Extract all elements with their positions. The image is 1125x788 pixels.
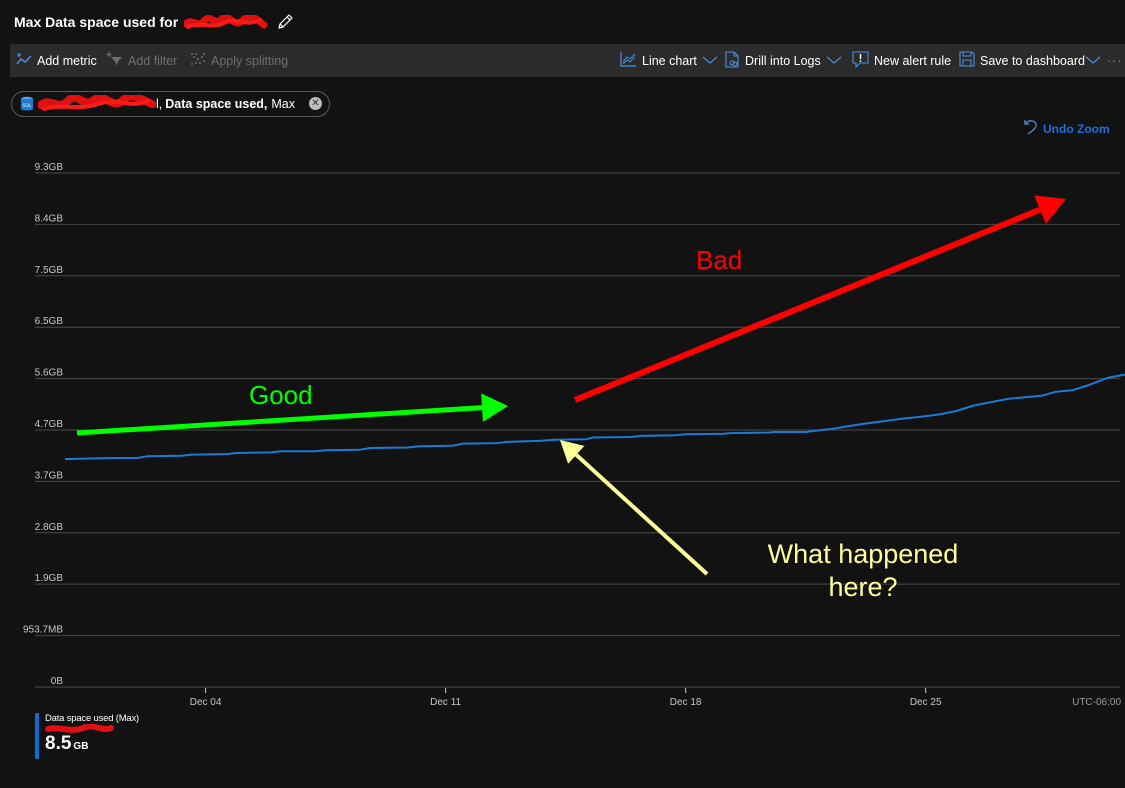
- apply-splitting-label: Apply splitting: [211, 53, 289, 68]
- add-filter-button[interactable]: Add filter: [106, 44, 177, 77]
- line-chart-icon: [620, 51, 637, 70]
- save-to-dashboard-label: Save to dashboard: [980, 53, 1085, 68]
- y-tick-label: 9.3GB: [35, 162, 64, 173]
- apply-splitting-icon: [190, 52, 206, 69]
- x-tick-label: Dec 18: [670, 697, 702, 708]
- series-line-data-space-used[interactable]: [64, 350, 1125, 461]
- alert-rule-icon: [852, 50, 869, 71]
- y-tick-label: 1.9GB: [35, 573, 64, 584]
- line-chart-label: Line chart: [642, 53, 697, 68]
- chevron-down-icon: [1085, 54, 1101, 68]
- redacted-resource-name: [38, 95, 156, 113]
- add-metric-label: Add metric: [37, 53, 97, 68]
- metric-selector-pill[interactable]: SQL l, Data space used, Max ✕: [11, 91, 330, 117]
- chart-legend[interactable]: Data space used (Max) 8.5 GB: [35, 713, 139, 759]
- y-tick-label: 2.8GB: [35, 522, 64, 533]
- x-axis-ticks: Dec 04 Dec 11 Dec 18 Dec 25: [190, 688, 942, 708]
- apply-splitting-button[interactable]: Apply splitting: [190, 44, 288, 77]
- new-alert-rule-button[interactable]: New alert rule: [852, 44, 951, 77]
- chart-title: Max Data space used for: [14, 14, 179, 30]
- question-label-line1: What happened: [768, 539, 959, 569]
- resource-suffix: l,: [156, 97, 163, 111]
- question-arrow: [560, 440, 709, 576]
- chevron-down-icon: [826, 54, 842, 68]
- question-label-line2: here?: [828, 572, 897, 602]
- legend-series-title: Data space used (Max): [45, 713, 140, 724]
- legend-value: 8.5: [45, 733, 72, 754]
- annotations: Good Bad What happenedhere?: [76, 195, 1066, 602]
- undo-zoom-button[interactable]: Undo Zoom: [1024, 119, 1110, 138]
- bad-label: Bad: [696, 245, 742, 275]
- y-axis-ticks: 0B 953.7MB 1.9GB 2.8GB 3.7GB 4.7GB 5.6GB 6.5GB 7…: [23, 162, 63, 687]
- undo-zoom-label: Undo Zoom: [1043, 121, 1110, 136]
- line-chart[interactable]: 0B 953.7MB 1.9GB 2.8GB 3.7GB 4.7GB 5.6GB 6.5GB 7…: [0, 140, 1125, 710]
- more-options-button[interactable]: ···: [1107, 44, 1123, 77]
- y-tick-label: 8.4GB: [35, 213, 64, 224]
- arrow-shaft: [573, 206, 1042, 403]
- chart-title-row: Max Data space used for: [14, 11, 294, 33]
- x-tick-label: Dec 04: [190, 697, 222, 708]
- arrow-shaft: [574, 453, 709, 576]
- y-tick-label: 7.5GB: [35, 265, 64, 276]
- metric-name: Data space used,: [165, 97, 268, 111]
- line-chart-button[interactable]: Line chart: [620, 44, 718, 77]
- svg-text:SQL: SQL: [23, 103, 32, 109]
- save-to-dashboard-button[interactable]: Save to dashboard: [959, 44, 1101, 77]
- y-tick-label: 4.7GB: [35, 419, 64, 430]
- grid-lines: [35, 172, 1120, 688]
- undo-icon: [1024, 119, 1038, 138]
- bad-arrow: [573, 195, 1066, 403]
- y-tick-label: 953.7MB: [23, 625, 63, 636]
- remove-metric-icon[interactable]: ✕: [309, 97, 322, 110]
- legend-unit: GB: [73, 741, 89, 752]
- chevron-down-icon: [702, 54, 718, 68]
- add-metric-button[interactable]: Add metric: [16, 44, 97, 77]
- timezone-label: UTC-06:00: [1072, 697, 1121, 708]
- add-metric-icon: [16, 52, 32, 69]
- y-tick-label: 3.7GB: [35, 470, 64, 481]
- add-filter-label: Add filter: [128, 53, 178, 68]
- y-tick-label: 5.6GB: [35, 368, 64, 379]
- drill-logs-label: Drill into Logs: [745, 53, 821, 68]
- arrow-shaft: [76, 405, 483, 436]
- sql-database-icon: SQL: [20, 96, 34, 112]
- x-tick-label: Dec 11: [430, 697, 461, 708]
- save-icon: [959, 51, 975, 70]
- arrowhead: [481, 393, 508, 422]
- metrics-toolbar: Add metric Add filter Apply splitting Li…: [10, 44, 1125, 77]
- drill-logs-icon: [725, 50, 740, 71]
- redacted-resource-name: [184, 15, 268, 29]
- x-tick-label: Dec 25: [910, 697, 942, 708]
- edit-pencil-icon[interactable]: [276, 13, 294, 31]
- good-label: Good: [249, 380, 313, 410]
- new-alert-rule-label: New alert rule: [874, 53, 952, 68]
- y-tick-label: 0B: [51, 676, 64, 687]
- redacted-resource-name: [45, 724, 115, 734]
- drill-into-logs-button[interactable]: Drill into Logs: [725, 44, 842, 77]
- add-filter-icon: [106, 52, 123, 69]
- y-tick-label: 6.5GB: [35, 316, 64, 327]
- aggregation: Max: [271, 97, 296, 111]
